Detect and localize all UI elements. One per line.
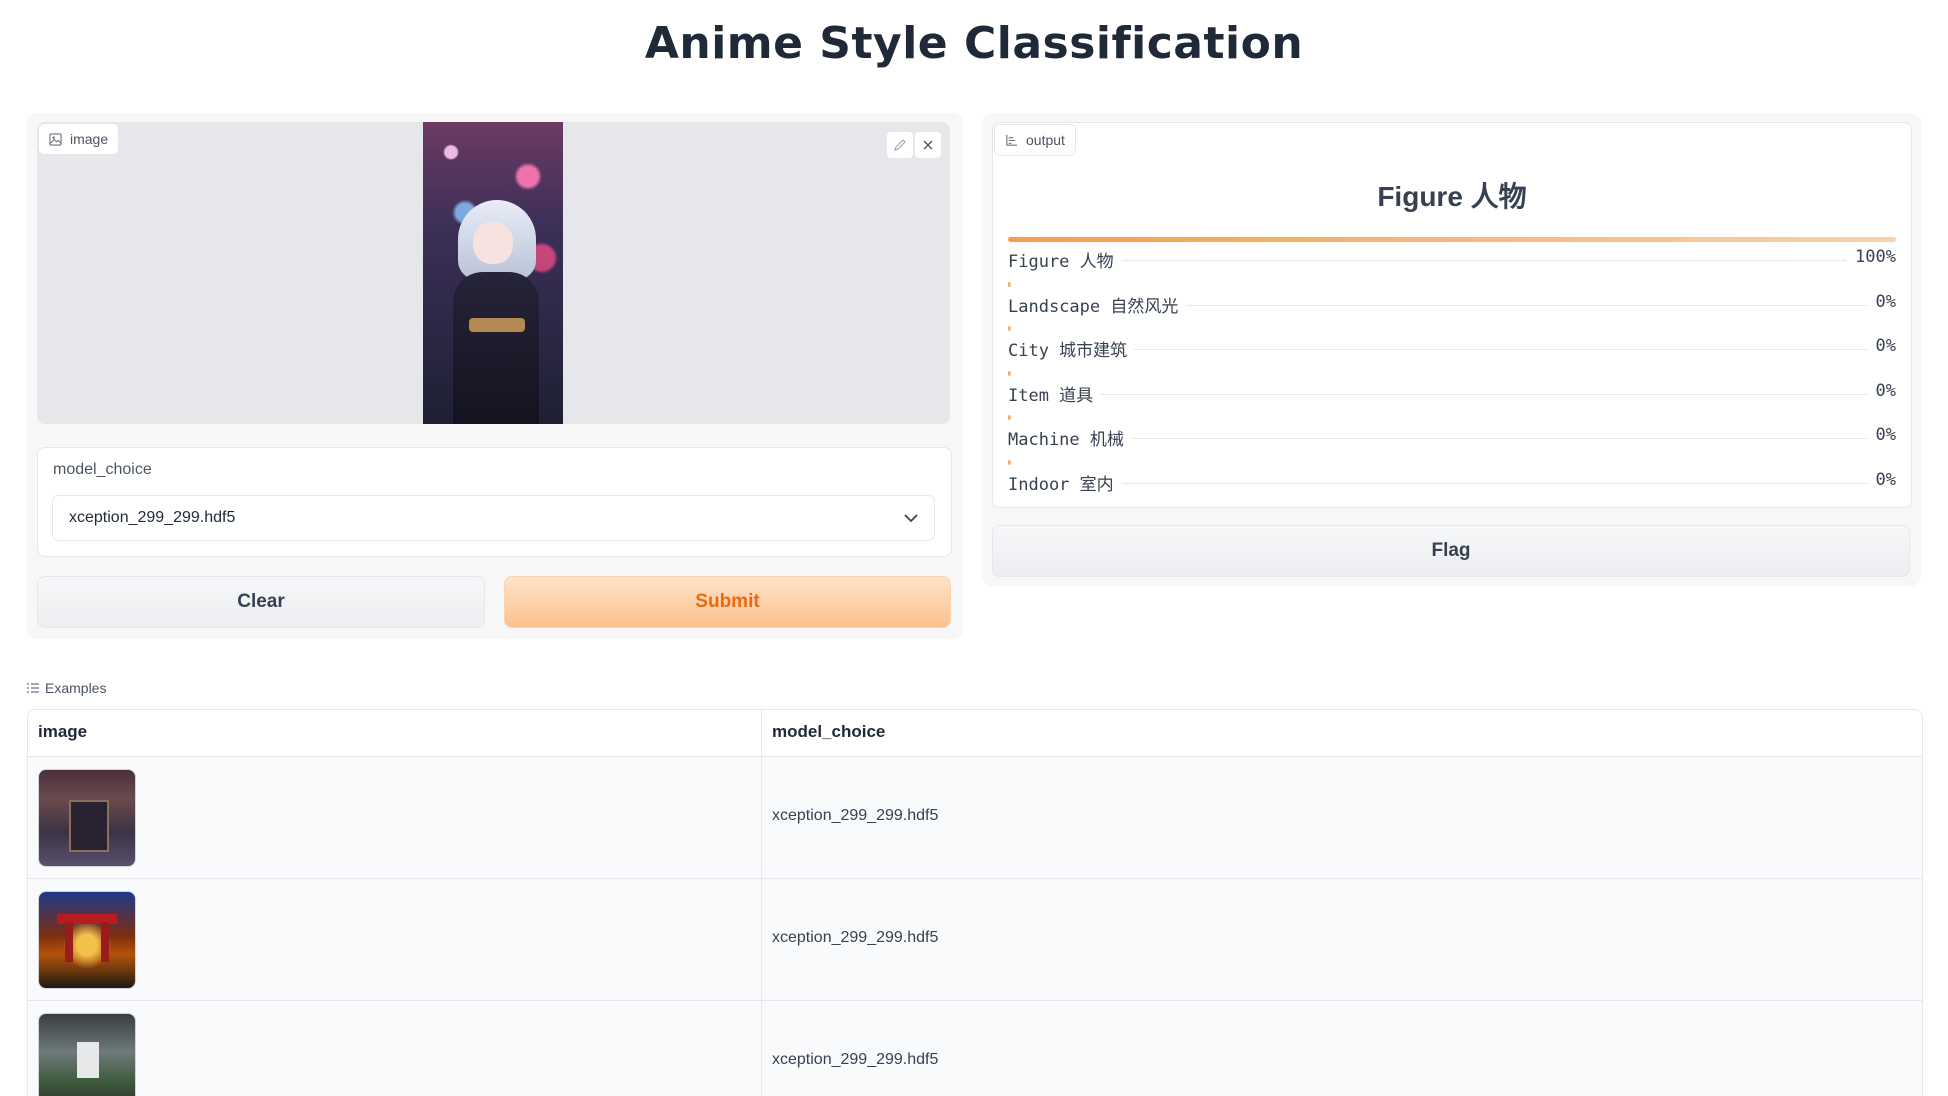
examples-table: image model_choice xception_299_299.hdf5… bbox=[27, 709, 1923, 1096]
confidence-bar bbox=[1008, 415, 1011, 420]
confidence-row: City 城市建筑 0% bbox=[1008, 326, 1896, 361]
output-panel: output Figure 人物 Figure 人物 100% Landscape … bbox=[982, 113, 1921, 586]
input-panel: image model_choice xception_299_299.hdf5… bbox=[27, 113, 963, 639]
confidence-label: City 城市建筑 bbox=[1008, 336, 1136, 361]
example-model-choice: xception_299_299.hdf5 bbox=[772, 929, 939, 946]
confidence-value: 0% bbox=[1867, 291, 1896, 312]
confidence-leader bbox=[1008, 438, 1896, 439]
confidence-value: 100% bbox=[1847, 247, 1896, 267]
confidence-value: 0% bbox=[1867, 469, 1896, 490]
example-model-choice: xception_299_299.hdf5 bbox=[772, 807, 939, 824]
output-label-chip: output bbox=[994, 124, 1076, 156]
model-choice-value: xception_299_299.hdf5 bbox=[69, 509, 236, 526]
confidence-row: Item 道具 0% bbox=[1008, 370, 1896, 406]
confidence-leader bbox=[1008, 349, 1896, 350]
confidence-row: Figure 人物 100% bbox=[1008, 237, 1896, 272]
table-row[interactable]: xception_299_299.hdf5 bbox=[28, 757, 1922, 879]
model-choice-block: model_choice xception_299_299.hdf5 bbox=[37, 447, 952, 557]
close-icon bbox=[923, 140, 933, 150]
confidence-bar bbox=[1008, 326, 1011, 331]
examples-label: Examples bbox=[45, 680, 107, 696]
examples-header: Examples bbox=[27, 680, 106, 696]
confidence-leader bbox=[1008, 393, 1896, 395]
column-divider bbox=[761, 710, 762, 1096]
confidence-bar bbox=[1008, 237, 1896, 242]
column-header-image: image bbox=[38, 722, 88, 741]
example-thumbnail bbox=[38, 891, 136, 989]
bar-chart-icon bbox=[1006, 134, 1018, 146]
image-upload-area[interactable]: image bbox=[37, 122, 950, 424]
confidence-row: Machine 机械 0% bbox=[1008, 415, 1896, 450]
confidence-label: Figure 人物 bbox=[1008, 247, 1122, 272]
model-choice-dropdown[interactable]: xception_299_299.hdf5 bbox=[52, 495, 935, 541]
confidence-bar bbox=[1008, 370, 1011, 376]
image-label-chip: image bbox=[38, 123, 120, 155]
image-icon bbox=[49, 132, 62, 146]
table-header: image model_choice bbox=[28, 710, 1922, 757]
list-icon bbox=[27, 683, 39, 693]
confidence-leader bbox=[1008, 482, 1896, 484]
confidence-bar bbox=[1008, 281, 1011, 287]
model-choice-label: model_choice bbox=[53, 461, 152, 478]
edit-image-button[interactable] bbox=[886, 131, 914, 159]
chevron-down-icon bbox=[904, 513, 918, 522]
confidence-label: Item 道具 bbox=[1008, 380, 1102, 406]
confidence-value: 0% bbox=[1867, 425, 1896, 445]
uploaded-image bbox=[423, 122, 563, 424]
clear-button[interactable]: Clear bbox=[37, 576, 485, 628]
page-title: Anime Style Classification bbox=[644, 18, 1304, 69]
example-thumbnail bbox=[38, 1013, 136, 1096]
submit-button[interactable]: Submit bbox=[504, 576, 951, 628]
image-label: image bbox=[70, 131, 109, 147]
confidence-row: Indoor 室内 0% bbox=[1008, 459, 1896, 495]
flag-button[interactable]: Flag bbox=[992, 525, 1910, 577]
pencil-icon bbox=[894, 139, 906, 151]
example-thumbnail bbox=[38, 769, 136, 867]
example-model-choice: xception_299_299.hdf5 bbox=[772, 1051, 939, 1068]
table-row[interactable]: xception_299_299.hdf5 bbox=[28, 1001, 1922, 1096]
confidence-label: Landscape 自然风光 bbox=[1008, 291, 1187, 317]
confidence-bar bbox=[1008, 459, 1011, 465]
column-header-model-choice: model_choice bbox=[772, 722, 886, 741]
confidence-value: 0% bbox=[1867, 380, 1896, 401]
clear-image-button[interactable] bbox=[914, 131, 942, 159]
table-row[interactable]: xception_299_299.hdf5 bbox=[28, 879, 1922, 1001]
confidence-label: Indoor 室内 bbox=[1008, 469, 1122, 495]
confidence-leader bbox=[1008, 260, 1896, 261]
confidence-row: Landscape 自然风光 0% bbox=[1008, 281, 1896, 317]
output-label-block: output Figure 人物 Figure 人物 100% Landscape … bbox=[992, 122, 1912, 508]
output-label: output bbox=[1026, 132, 1065, 148]
confidence-label: Machine 机械 bbox=[1008, 425, 1132, 450]
predicted-class: Figure 人物 bbox=[1377, 181, 1527, 212]
confidence-value: 0% bbox=[1867, 336, 1896, 356]
